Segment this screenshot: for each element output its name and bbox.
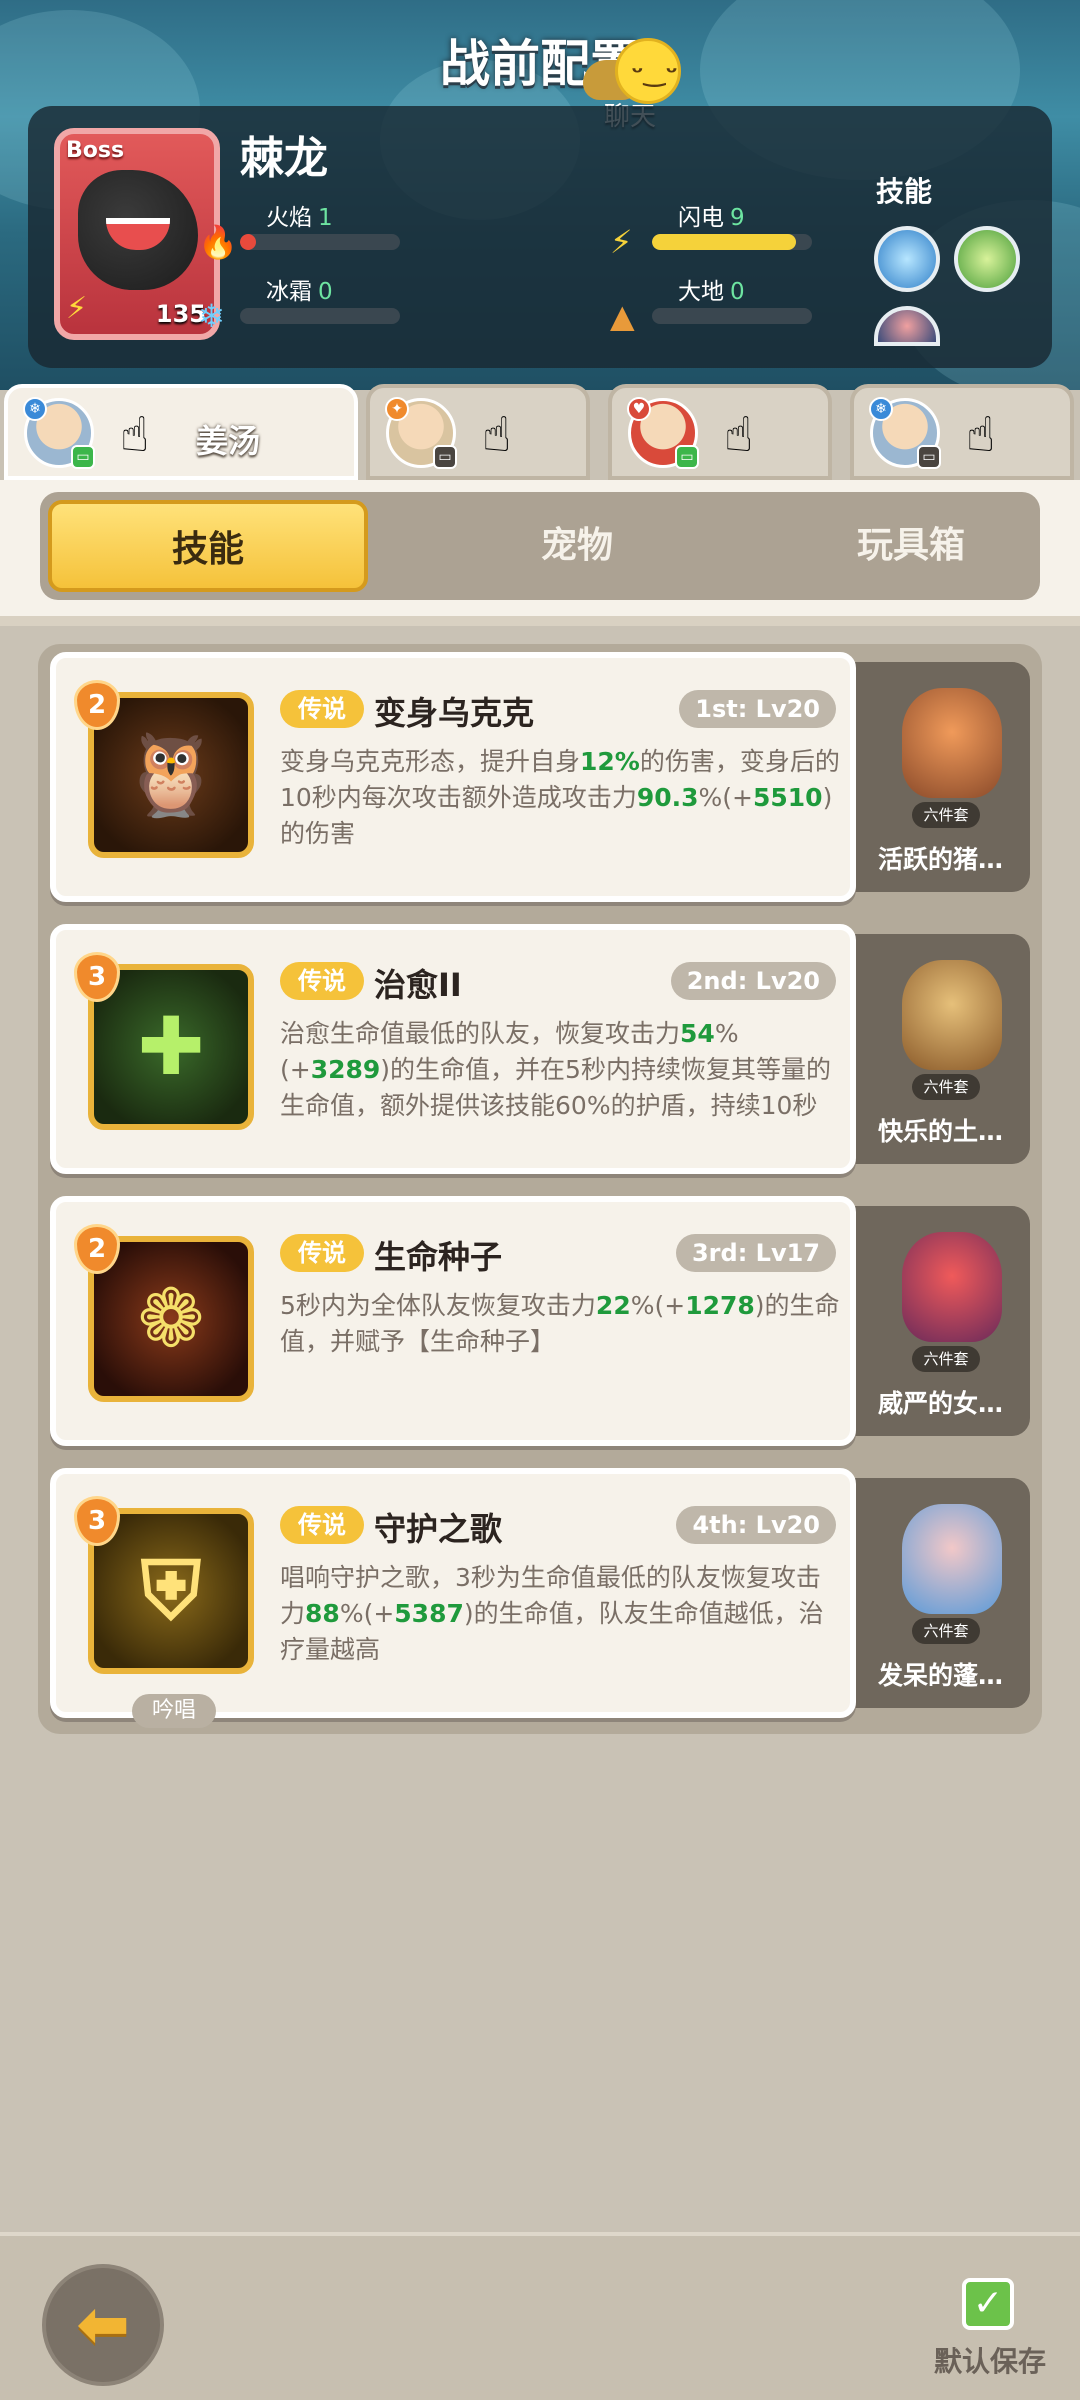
squirrel-pet-icon	[902, 960, 1002, 1070]
sheep-pet-icon	[902, 1504, 1002, 1614]
boss-skills-title: 技能	[876, 175, 933, 208]
skill-name: 生命种子	[374, 1238, 503, 1276]
legend-tag: 传说	[280, 962, 364, 1000]
skill-description: 治愈生命值最低的队友，恢复攻击力54%(+3289)的生命值，并在5秒内持续恢复…	[280, 1019, 831, 1120]
skill-name: 治愈II	[374, 966, 462, 1004]
legend-tag: 传说	[280, 1234, 364, 1272]
stat-frost: ❄ 冰霜 0	[196, 272, 436, 342]
skill-name: 变身乌克克	[374, 694, 535, 732]
default-save-checkbox[interactable]: ✓	[962, 2278, 1014, 2330]
dragon-portrait-icon	[78, 170, 198, 290]
divider	[0, 616, 1080, 626]
pet-name: 发呆的蓬…	[878, 1661, 1004, 1690]
stat-earth: ▲ 大地 0	[608, 272, 848, 342]
tab-pets[interactable]: 宠物	[412, 492, 742, 600]
snowflake-icon: ❄	[198, 297, 225, 335]
pet-slot[interactable]: 六件套 发呆的蓬…	[850, 1478, 1030, 1708]
back-arrow-icon: ⬅	[76, 2288, 130, 2362]
hand-pointer-icon: ☝	[724, 407, 754, 463]
ice-badge-icon: ❄	[869, 397, 893, 421]
hand-pointer-icon: ☝	[966, 407, 996, 463]
status-icon: ▭	[675, 445, 699, 469]
status-icon: ▭	[71, 445, 95, 469]
skill-rank: 3rd: Lv17	[675, 1234, 836, 1272]
pet-set-badge: 六件套	[912, 1346, 980, 1372]
pet-slot[interactable]: 六件套 活跃的猪…	[850, 662, 1030, 892]
skill-description: 5秒内为全体队友恢复攻击力22%(+1278)的生命值，并赋予【生命种子】	[280, 1291, 840, 1356]
skill-row[interactable]: 六件套 威严的女… ❁ 2 传说 生命种子 3rd: Lv17 5秒内为全体队友…	[50, 1196, 1030, 1446]
skill-rank: 4th: Lv20	[676, 1506, 836, 1544]
skill-card[interactable]: ✚ 3 传说 治愈II 2nd: Lv20 治愈生命值最低的队友，恢复攻击力54…	[50, 924, 856, 1174]
hero-avatar: ✦ ▭	[385, 397, 457, 469]
boss-skill-lightning-icon[interactable]	[874, 226, 940, 292]
skill-row[interactable]: 六件套 发呆的蓬… ⛨ 3 吟唱 传说 守护之歌 4th: Lv20 唱响守护之…	[50, 1468, 1030, 1728]
stat-fill	[652, 234, 796, 250]
boar-pet-icon	[902, 688, 1002, 798]
heart-badge-icon: ♥	[627, 397, 651, 421]
pet-name: 威严的女…	[878, 1389, 1004, 1418]
legend-tag: 传说	[280, 1506, 364, 1544]
back-button[interactable]: ⬅	[42, 2264, 164, 2386]
skill-card[interactable]: ❁ 2 传说 生命种子 3rd: Lv17 5秒内为全体队友恢复攻击力22%(+…	[50, 1196, 856, 1446]
hero-tab-2[interactable]: ✦ ▭ ☝	[366, 384, 590, 480]
skill-card[interactable]: 🦉 2 传说 变身乌克克 1st: Lv20 变身乌克克形态，提升自身12%的伤…	[50, 652, 856, 902]
boss-info-panel: Boss ⚡ 135 棘龙 🔥 火焰 1 ⚡ 闪电 9 ❄ 冰霜 0 ▲ 大地 0 技能	[28, 106, 1052, 368]
boss-skill-nature-icon[interactable]	[954, 226, 1020, 292]
skill-row[interactable]: 六件套 活跃的猪… 🦉 2 传说 变身乌克克 1st: Lv20 变身乌克克形态…	[50, 652, 1030, 902]
skill-description: 变身乌克克形态，提升自身12%的伤害，变身后的10秒内每次攻击额外造成攻击力90…	[280, 747, 840, 848]
default-save-label[interactable]: 默认保存	[920, 2340, 1060, 2380]
hand-pointer-icon: ☝	[120, 407, 150, 463]
pet-slot[interactable]: 六件套 快乐的土…	[850, 934, 1030, 1164]
lightning-icon: ⚡	[610, 223, 633, 261]
skill-row[interactable]: 六件套 快乐的土… ✚ 3 传说 治愈II 2nd: Lv20 治愈生命值最低的…	[50, 924, 1030, 1174]
stat-fire: 🔥 火焰 1	[196, 198, 436, 268]
skill-card[interactable]: ⛨ 3 吟唱 传说 守护之歌 4th: Lv20 唱响守护之歌，3秒为生命值最低…	[50, 1468, 856, 1728]
skill-rank: 1st: Lv20	[679, 690, 836, 728]
boss-skill-more-icon[interactable]	[874, 306, 940, 346]
segment-tabs: 技能 宠物 玩具箱	[40, 492, 1040, 600]
hero-tab-3[interactable]: ♥ ▭ ☝	[608, 384, 832, 480]
fire-icon: 🔥	[198, 223, 238, 261]
boss-name: 棘龙	[240, 133, 328, 184]
skill-name: 守护之歌	[374, 1510, 503, 1548]
status-icon: ▭	[917, 445, 941, 469]
hero-tab-1[interactable]: ❄ ▭ ☝ 姜汤	[4, 384, 358, 480]
hand-pointer-icon: ☝	[482, 407, 512, 463]
fire-badge-icon: ✦	[385, 397, 409, 421]
page-title: 战前配置	[440, 35, 640, 93]
ice-badge-icon: ❄	[23, 397, 47, 421]
stat-fill	[240, 234, 256, 250]
skill-rank: 2nd: Lv20	[670, 962, 836, 1000]
tab-skills[interactable]: 技能	[48, 500, 368, 592]
hero-tab-4[interactable]: ❄ ▭ ☝	[850, 384, 1074, 480]
hero-name: 姜汤	[196, 422, 261, 460]
pet-slot[interactable]: 六件套 威严的女…	[850, 1206, 1030, 1436]
chant-badge: 吟唱	[132, 1694, 216, 1728]
hero-avatar: ♥ ▭	[627, 397, 699, 469]
hero-avatar: ❄ ▭	[23, 397, 95, 469]
status-icon: ▭	[433, 445, 457, 469]
legend-tag: 传说	[280, 690, 364, 728]
lightning-fire-element-icon: ⚡	[66, 291, 88, 326]
pet-name: 活跃的猪…	[878, 845, 1004, 874]
pet-name: 快乐的土…	[878, 1117, 1004, 1146]
pet-set-badge: 六件套	[912, 802, 980, 828]
hero-avatar: ❄ ▭	[869, 397, 941, 469]
boss-tag: Boss	[66, 138, 125, 163]
skill-description: 唱响守护之歌，3秒为生命值最低的队友恢复攻击力88%(+5387)的生命值，队友…	[280, 1563, 824, 1664]
tab-toybox[interactable]: 玩具箱	[746, 492, 1076, 600]
dragon-pet-icon	[902, 1232, 1002, 1342]
pet-set-badge: 六件套	[912, 1618, 980, 1644]
stat-lightning: ⚡ 闪电 9	[608, 198, 848, 268]
earth-icon: ▲	[610, 297, 635, 335]
pet-set-badge: 六件套	[912, 1074, 980, 1100]
